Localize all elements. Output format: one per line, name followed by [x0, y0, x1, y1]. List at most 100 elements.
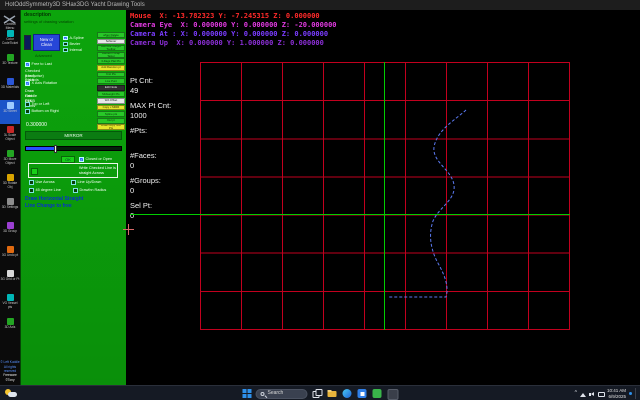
- tool-button-0[interactable]: Selection Rect when Delete Unused: [97, 32, 125, 38]
- straight-across-button[interactable]: [31, 168, 38, 175]
- checkbox-icon: [79, 157, 84, 162]
- task-view-icon[interactable]: [312, 388, 323, 399]
- color-swatch[interactable]: [24, 35, 31, 50]
- tool-button-4[interactable]: 3-Dags Plat Pts: [97, 58, 125, 64]
- taskbar-clock[interactable]: 10:41 AM 6/9/2025: [607, 388, 626, 400]
- search-input[interactable]: Search: [256, 389, 308, 399]
- app-dark-icon[interactable]: [387, 388, 398, 399]
- panel-subtitle: settings of drawing variation: [24, 19, 74, 24]
- checkbox-use-across[interactable]: Use Across: [29, 180, 55, 185]
- tool-button-8[interactable]: Edit Node: [97, 85, 125, 91]
- stat-value: [130, 136, 171, 146]
- stat-label: #Faces:: [130, 151, 171, 161]
- tool-button-9[interactable]: Midweight Pts: [97, 91, 125, 97]
- mouse-crosshair: [128, 224, 129, 235]
- edge-icon[interactable]: [342, 388, 353, 399]
- mouse-readout: Mouse X: -13.782323 Y: -7.245315 Z: 0.00…: [130, 12, 337, 21]
- checkbox-top-or-left[interactable]: Top or Left: [25, 102, 49, 107]
- sidebar-footer: © Left KuddleAll rightsreservedFreeware©…: [0, 360, 20, 382]
- tool-button-7[interactable]: Live Punt: [97, 78, 125, 84]
- checkbox-free-to-last[interactable]: Free to Last: [25, 62, 52, 67]
- sidebar-item-7[interactable]: 3D Settings: [0, 196, 20, 220]
- hidden-icons-chevron[interactable]: ^: [575, 391, 577, 396]
- sidebar-item-12[interactable]: 3D Axis: [0, 316, 20, 340]
- stat-label: Sel Pt:: [130, 201, 171, 211]
- sidebar-item-1[interactable]: 3D Texture: [0, 52, 20, 76]
- battery-icon[interactable]: [598, 391, 604, 397]
- stat-label: MAX Pt Cnt:: [130, 101, 171, 111]
- tool-button-6[interactable]: Knit Pts: [97, 72, 125, 78]
- drawing-settings-panel: description settings of drawing variatio…: [20, 10, 126, 385]
- sidebar-item-icon: [7, 246, 14, 253]
- slider-fill: [26, 147, 55, 150]
- app-green-icon[interactable]: [372, 388, 383, 399]
- tool-button-2[interactable]: Remove Weight Toolbar: [97, 45, 125, 51]
- show-desktop-button[interactable]: [635, 388, 636, 399]
- control-menu-list: Color CodeTicket3D Texture3D Materials3D…: [0, 28, 20, 340]
- sidebar-item-8[interactable]: 3D Group: [0, 220, 20, 244]
- sidebar-item-4[interactable]: 3L Scale Object: [0, 124, 20, 148]
- checkbox-closed-or-open[interactable]: Closed or Open: [79, 157, 112, 162]
- sidebar-item-icon: [7, 30, 14, 37]
- checkbox-x-axis-rotation[interactable]: X Axis Rotation: [25, 81, 57, 86]
- sidebar-item-label: 3D Axis: [0, 326, 20, 330]
- sidebar-item-11[interactable]: VG Vessel pts: [0, 292, 20, 316]
- camera-eye-readout: Camera Eye X: 0.000000 Y: 0.000000 Z: -2…: [130, 21, 337, 30]
- reference-grid: [200, 62, 570, 330]
- stat-value: 0: [130, 186, 171, 196]
- clock-date: 6/9/2025: [608, 394, 626, 399]
- sidebar-item-label: VG Vessel pts: [0, 302, 20, 310]
- tool-button-11[interactable]: Copy x MIRR: [97, 105, 125, 111]
- tool-button-3[interactable]: Random Wrap Taster: [97, 52, 125, 58]
- search-icon: [261, 392, 265, 396]
- windows-start-icon[interactable]: [243, 389, 252, 398]
- stat-value: 49: [130, 86, 171, 96]
- weather-widget-icon[interactable]: [4, 388, 18, 399]
- ok-button[interactable]: OK: [61, 156, 75, 163]
- checkbox-icon: [73, 188, 78, 193]
- sidebar-item-6[interactable]: 3D Rotate Obj: [0, 172, 20, 196]
- checkbox-icon: [29, 188, 34, 193]
- vertical-axis-line: [384, 62, 385, 330]
- mirror-button[interactable]: MIRROR: [25, 131, 122, 140]
- sidebar-item-2[interactable]: 3D Materials: [0, 76, 20, 100]
- tool-button-1[interactable]: Softener: [97, 39, 125, 45]
- tool-button-14[interactable]: Draw Copy Text Pts: [97, 124, 125, 130]
- stat-label: #Pts:: [130, 126, 171, 136]
- checkbox-45-degree-line[interactable]: 45 degree Line: [29, 188, 61, 193]
- stat-value: 0: [130, 161, 171, 171]
- sidebar-item-3[interactable]: 3D Sheet: [0, 100, 20, 124]
- checkbox-interval[interactable]: Interval: [63, 47, 95, 53]
- sidebar-item-label: 3G Grid or Pt: [0, 278, 20, 282]
- sidebar-item-5[interactable]: 3D Move Object: [0, 148, 20, 172]
- sidebar-item-10[interactable]: 3G Grid or Pt: [0, 268, 20, 292]
- footer-line: ©Tony: [0, 378, 20, 382]
- sidebar-item-label: 3D Texture: [0, 62, 20, 66]
- sidebar-item-icon: [7, 222, 14, 229]
- checkbox-line-up-down[interactable]: Line Up/Down: [71, 180, 101, 185]
- sidebar-item-9[interactable]: 3G Undo pt: [0, 244, 20, 268]
- taskbar-center: Search: [243, 388, 398, 399]
- checkbox-drawing-radius[interactable]: Drawihn Radius: [73, 188, 106, 193]
- tool-button-5[interactable]: Add Random pt: [97, 65, 125, 71]
- sidebar-item-label: Color CodeTicket: [0, 38, 20, 46]
- volume-icon[interactable]: [589, 391, 595, 397]
- new-or-clean-button[interactable]: New or Clean: [33, 34, 60, 51]
- network-icon[interactable]: [580, 391, 586, 397]
- checkbox-bottom-on-right[interactable]: Bottom on Right: [25, 109, 59, 114]
- store-icon[interactable]: [357, 388, 368, 399]
- sidebar-item-label: 3G Undo pt: [0, 254, 20, 258]
- checkbox-icon: [25, 102, 30, 107]
- notification-badge[interactable]: [629, 392, 632, 395]
- tool-button-12[interactable]: Spline pts: [97, 111, 125, 117]
- weight-slider[interactable]: [25, 146, 122, 151]
- file-explorer-icon[interactable]: [327, 388, 338, 399]
- sidebar-item-icon: [7, 198, 14, 205]
- slider-thumb[interactable]: [54, 145, 57, 153]
- stat-value: 0: [130, 211, 171, 221]
- sidebar-item-0[interactable]: Color CodeTicket: [0, 28, 20, 52]
- tool-button-10[interactable]: WA Offset: [97, 98, 125, 104]
- checkbox-icon: [63, 36, 68, 41]
- sidebar-item-icon: [7, 126, 14, 133]
- tool-button-13[interactable]: Del pt: [97, 118, 125, 124]
